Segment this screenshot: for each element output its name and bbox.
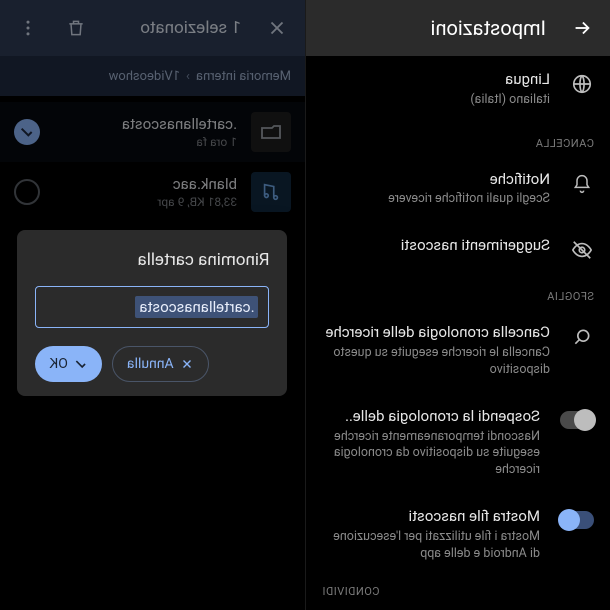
settings-appbar: Impostazioni — [306, 0, 610, 56]
settings-title: Impostazioni — [431, 16, 546, 40]
rename-input[interactable]: .cartellanascosta — [36, 286, 270, 328]
clear-history-sub: Cancella le ricerche eseguite su questo … — [322, 345, 550, 379]
section-cancel: CANCELLA — [306, 123, 610, 156]
language-label: Lingua — [322, 70, 550, 89]
show-hidden-label: Mostra file nascosti — [322, 507, 540, 526]
eye-off-icon — [570, 238, 594, 262]
dialog-buttons: Annulla OK — [36, 346, 270, 382]
bell-icon — [570, 172, 594, 196]
pause-history-toggle[interactable] — [560, 411, 594, 429]
language-value: italiano (Italia) — [322, 92, 550, 109]
hidden-suggestions-label: Suggerimenti nascosti — [322, 236, 550, 255]
close-icon — [180, 357, 194, 371]
files-pane: 1 selezionato Memoria interna › 1Videosh… — [0, 0, 305, 610]
setting-notifications[interactable]: Notifiche Scegli quali notifiche ricever… — [306, 156, 610, 223]
rename-input-value: .cartellanascosta — [135, 296, 258, 318]
show-hidden-toggle[interactable] — [560, 511, 594, 529]
pause-history-label: Sospendi la cronologia delle.. — [322, 407, 540, 426]
setting-pause-history[interactable]: Sospendi la cronologia delle.. Nascondi … — [306, 393, 610, 493]
notifications-sub: Scegli quali notifiche ricevere — [322, 191, 550, 208]
back-arrow-icon[interactable] — [570, 16, 594, 40]
check-icon — [74, 357, 88, 371]
cancel-button[interactable]: Annulla — [112, 346, 209, 382]
show-hidden-sub: Mostra i file utilizzati per l'esecuzion… — [322, 529, 540, 563]
setting-clear-history[interactable]: Cancella cronologia delle ricerche Cance… — [306, 309, 610, 393]
clear-history-label: Cancella cronologia delle ricerche — [322, 323, 550, 342]
section-browse: SFOGLIA — [306, 276, 610, 309]
section-share: CONDIVIDI — [306, 571, 610, 604]
setting-language[interactable]: Lingua italiano (Italia) — [306, 56, 610, 123]
cancel-button-label: Annulla — [127, 356, 174, 372]
dialog-title: Rinomina cartella — [36, 250, 270, 270]
notifications-label: Notifiche — [322, 170, 550, 189]
settings-pane: Impostazioni Lingua italiano (Italia) CA… — [305, 0, 610, 610]
search-icon — [570, 325, 594, 349]
ok-button-label: OK — [50, 356, 68, 372]
setting-hidden-suggestions[interactable]: Suggerimenti nascosti — [306, 222, 610, 276]
setting-show-hidden[interactable]: Mostra file nascosti Mostra i file utili… — [306, 493, 610, 577]
pause-history-sub: Nascondi temporaneamente ricerche esegui… — [322, 429, 540, 480]
rename-dialog: Rinomina cartella .cartellanascosta Annu… — [18, 230, 288, 396]
ok-button[interactable]: OK — [36, 346, 102, 382]
globe-icon — [570, 72, 594, 96]
